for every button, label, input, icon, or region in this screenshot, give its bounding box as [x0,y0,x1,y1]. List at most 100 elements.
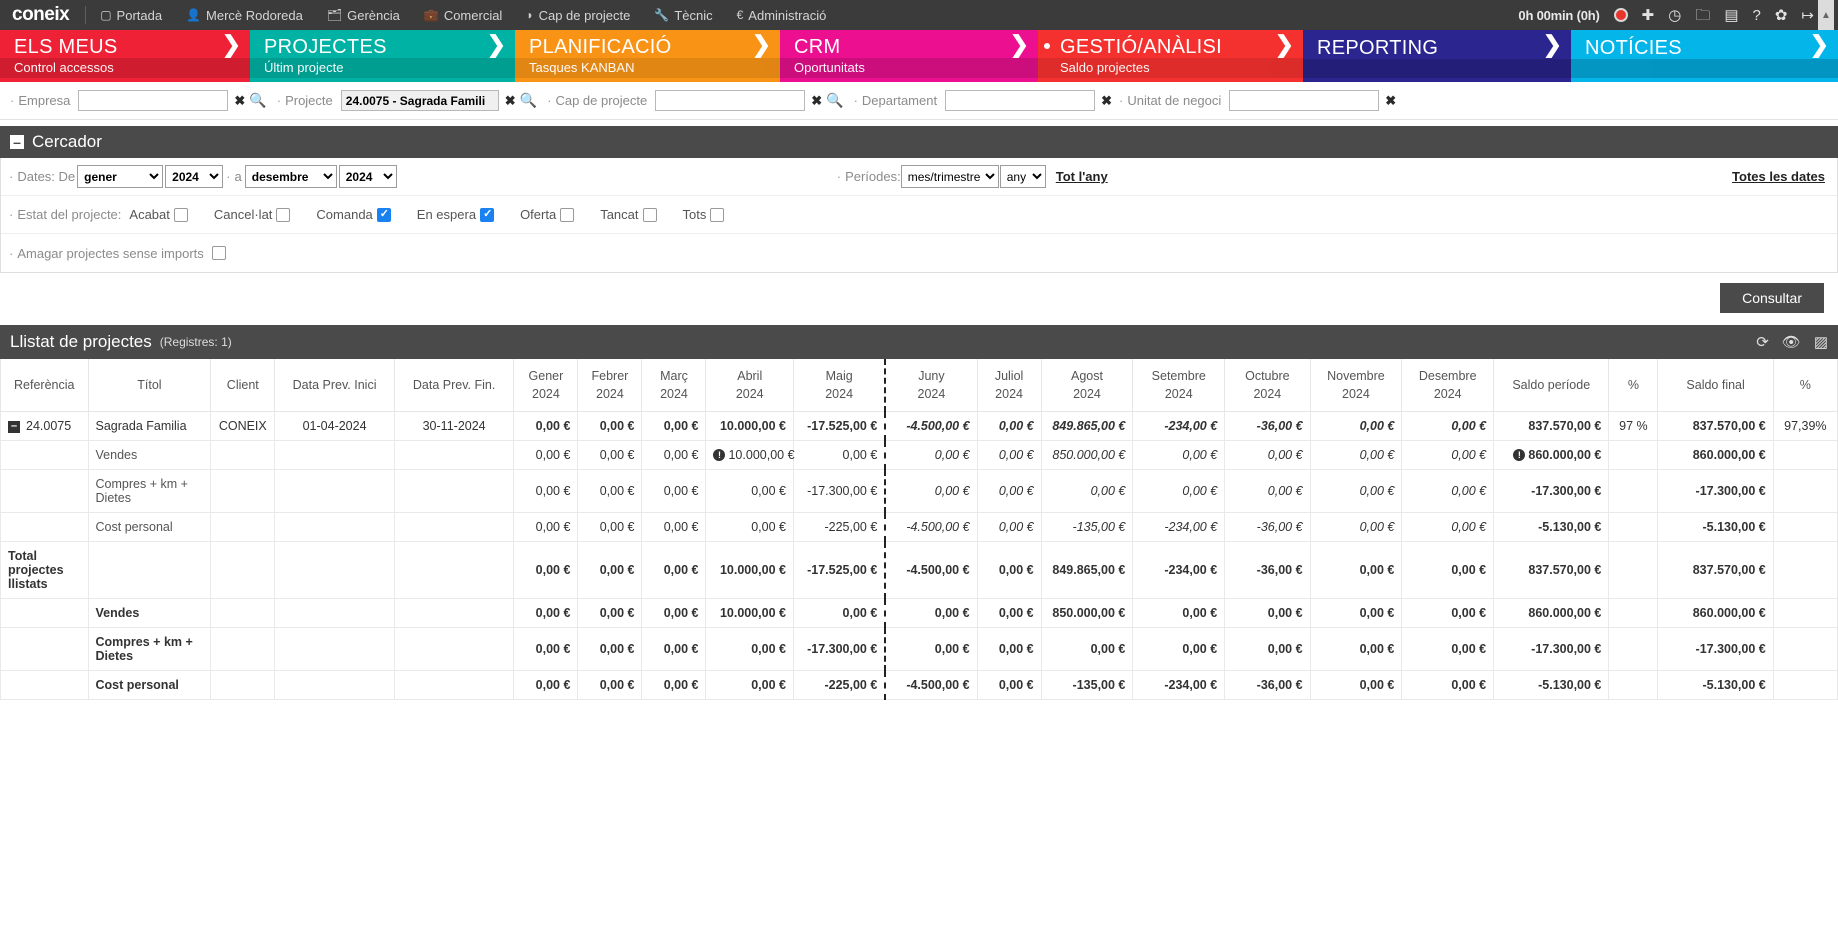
chevron-right-icon[interactable]: ❯ [1010,33,1029,56]
nav-item-projectes[interactable]: PROJECTES Últim projecte ❯ [250,30,515,82]
estat-option-tots[interactable]: Tots [683,207,725,222]
app-logo[interactable]: coneix [4,4,83,26]
info-icon[interactable]: ! [1513,449,1526,462]
top-menu-item-ger-ncia[interactable]: 🗂 Gerència [315,8,412,23]
plus-icon[interactable]: ✚ [1642,8,1655,23]
col-header-pct2[interactable]: % [1772,359,1838,413]
table-row[interactable]: Vendes 0,00 €0,00 €0,00 €10.000,00 €0,00 … [0,598,1838,629]
col-header-saldop[interactable]: Saldo període [1493,359,1610,413]
record-dot-icon[interactable] [1613,8,1628,22]
col-header-m1[interactable]: Gener 2024 [513,359,579,413]
cap-projecte-search-icon[interactable]: 🔍 [825,92,849,109]
estat-checkbox[interactable] [710,207,725,222]
col-header-m9[interactable]: Setembre 2024 [1132,359,1226,413]
amagar-checkbox[interactable] [211,246,226,260]
estat-checkbox[interactable] [480,207,495,222]
export-excel-icon[interactable]: ▨ [1814,333,1828,351]
col-header-client[interactable]: Client [210,359,276,413]
nav-item-els-meus[interactable]: ELS MEUS Control accessos ❯ [0,30,250,82]
nav-item-planificaci-[interactable]: PLANIFICACIÓ Tasques KANBAN ❯ [515,30,780,82]
gear-icon[interactable]: ✿ [1775,8,1788,23]
top-menu-item-merc-rodoreda[interactable]: 👤 Mercè Rodoreda [174,8,315,23]
top-menu-item-portada[interactable]: ▢ Portada [88,8,174,23]
departament-input[interactable] [945,90,1096,111]
logout-icon[interactable]: ↦ [1801,8,1814,23]
month-to-select[interactable]: generfebrermarçabrilmaigjunyjuliolagosts… [244,165,337,188]
col-header-m2[interactable]: Febrer 2024 [577,359,643,413]
estat-option-oferta[interactable]: Oferta [520,207,575,222]
nav-item-reporting[interactable]: REPORTING ❯ [1303,30,1571,82]
table-row[interactable]: Vendes 0,00 €0,00 €0,00 €! 10.000,00 €0,00… [0,440,1838,471]
clock-icon[interactable]: ◷ [1668,8,1681,23]
refresh-icon[interactable]: ⟳ [1756,333,1769,351]
totes-les-dates-link[interactable]: Totes les dates [1732,169,1825,184]
month-from-select[interactable]: generfebrermarçabrilmaigjunyjuliolagosts… [77,165,164,188]
col-header-saldof[interactable]: Saldo final [1657,359,1774,413]
periode-select[interactable]: mes/trimestremestrimestre [900,165,999,188]
unitat-negoci-input[interactable] [1229,90,1380,111]
row-expander-icon[interactable]: – [8,420,20,433]
estat-option-comanda[interactable]: Comanda [316,207,391,222]
estat-checkbox[interactable] [376,207,391,222]
eye-icon[interactable]: 👁 [1782,333,1801,351]
nav-item-crm[interactable]: CRM Oportunitats ❯ [780,30,1038,82]
col-header-fin[interactable]: Data Prev. Fin. [393,359,515,413]
empresa-clear-icon[interactable]: ✖ [228,93,248,109]
tot-lany-link[interactable]: Tot l'any [1056,169,1108,184]
estat-checkbox[interactable] [560,207,575,222]
projecte-clear-icon[interactable]: ✖ [499,93,519,109]
col-header-m10[interactable]: Octubre 2024 [1224,359,1311,413]
top-menu-item-cap-de-projecte[interactable]: ◗ Cap de projecte [514,8,642,23]
col-header-m11[interactable]: Novembre 2024 [1309,359,1403,413]
cap-projecte-input[interactable] [655,90,806,111]
top-menu-item-administraci-[interactable]: € Administració [725,8,839,23]
table-row[interactable]: Cost personal 0,00 €0,00 €0,00 €0,00 € -22… [0,512,1838,543]
chevron-right-icon[interactable]: ❯ [1275,33,1294,56]
col-header-m5[interactable]: Maig 2024 [793,359,886,413]
empresa-search-icon[interactable]: 🔍 [248,92,272,109]
table-row[interactable]: Total projectes llistats 0,00 €0,00 €0,00… [0,541,1838,600]
chevron-right-icon[interactable]: ❯ [752,33,771,56]
year-from-select[interactable]: 2022202320242025 [165,165,224,188]
col-header-ref[interactable]: Referència [0,359,89,413]
departament-clear-icon[interactable]: ✖ [1095,93,1115,109]
estat-checkbox[interactable] [173,207,188,222]
col-header-m6[interactable]: Juny 2024 [884,359,978,413]
estat-option-cancel-lat[interactable]: Cancel·lat [214,207,291,222]
nav-item-not-cies[interactable]: NOTÍCIES ❯ [1571,30,1838,82]
info-icon[interactable]: ! [713,449,726,462]
unitat-negoci-clear-icon[interactable]: ✖ [1379,93,1399,109]
col-header-m8[interactable]: Agost 2024 [1040,359,1134,413]
collapse-icon[interactable]: – [10,135,24,149]
top-menu-item-t-cnic[interactable]: 🔧 Tècnic [642,8,724,23]
col-header-m7[interactable]: Juliol 2024 [976,359,1042,413]
estat-option-acabat[interactable]: Acabat [129,207,188,222]
any-select[interactable]: any [999,165,1046,188]
projecte-search-icon[interactable]: 🔍 [519,92,543,109]
empresa-input[interactable] [78,90,229,111]
cap-projecte-clear-icon[interactable]: ✖ [805,93,825,109]
cercador-panel-header[interactable]: – Cercador [0,126,1838,158]
table-row[interactable]: –24.0075 Sagrada Familia CONEIX 01-04-2024 3… [0,411,1838,442]
help-icon[interactable]: ? [1753,8,1761,23]
folder-icon[interactable]: 🗀 [1695,8,1710,23]
contact-card-icon[interactable]: ▤ [1724,8,1738,23]
chevron-right-icon[interactable]: ❯ [222,33,241,56]
col-header-titol[interactable]: Títol [87,359,212,413]
consultar-button[interactable]: Consultar [1720,283,1824,313]
year-to-select[interactable]: 2022202320242025 [338,165,397,188]
estat-option-en-espera[interactable]: En espera [417,207,495,222]
estat-option-tancat[interactable]: Tancat [600,207,657,222]
col-header-pct1[interactable]: % [1608,359,1659,413]
chevron-right-icon[interactable]: ❯ [1543,33,1562,56]
table-row[interactable]: Compres + km + Dietes 0,00 €0,00 €0,00 €0… [0,627,1838,672]
col-header-ini[interactable]: Data Prev. Inici [274,359,395,413]
estat-checkbox[interactable] [276,207,291,222]
projecte-input[interactable] [340,90,499,111]
chevron-right-icon[interactable]: ❯ [1810,33,1829,56]
top-menu-item-comercial[interactable]: 💼 Comercial [412,8,514,23]
col-header-m3[interactable]: Març 2024 [641,359,707,413]
table-row[interactable]: Cost personal 0,00 €0,00 €0,00 €0,00 € -22… [0,670,1838,701]
estat-checkbox[interactable] [642,207,657,222]
col-header-m4[interactable]: Abril 2024 [705,359,794,413]
